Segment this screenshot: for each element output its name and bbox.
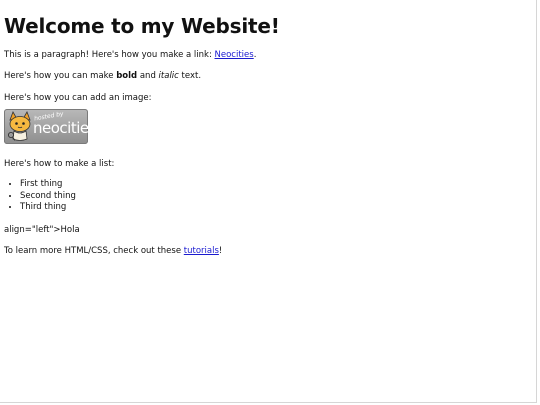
formatting-mid: and: [137, 71, 159, 81]
paragraph-tutorials: To learn more HTML/CSS, check out these …: [4, 245, 524, 257]
paragraph-link-text: This is a paragraph! Here's how you make…: [4, 50, 215, 60]
paragraph-link: This is a paragraph! Here's how you make…: [4, 49, 524, 61]
list-item: Second thing: [20, 191, 524, 203]
tutorials-pre: To learn more HTML/CSS, check out these: [4, 245, 184, 256]
tutorials-end: !: [218, 245, 223, 256]
paragraph-formatting: Here's how you can make bold and italic …: [4, 70, 524, 82]
paragraph-link-end: .: [253, 50, 257, 60]
neocities-link[interactable]: Neocities: [215, 50, 254, 60]
list-item: Third thing: [20, 202, 524, 214]
list-item: First thing: [20, 179, 524, 191]
example-list: First thing Second thing Third thing: [4, 179, 524, 214]
badge-container: hosted by neocities: [4, 109, 524, 145]
paragraph-hola: align="left">Hola: [4, 224, 80, 235]
page-content: Welcome to my Website! This is a paragra…: [4, 12, 524, 257]
page-title: Welcome to my Website!: [4, 14, 280, 38]
paragraph-list-intro: Here's how to make a list:: [4, 159, 115, 169]
badge-brand-text: neocities: [33, 119, 96, 137]
neocities-cat-icon: [7, 111, 31, 141]
formatting-pre: Here's how you can make: [4, 71, 117, 81]
tutorials-link[interactable]: tutorials: [184, 246, 219, 256]
bold-text: bold: [116, 71, 138, 81]
paragraph-image-intro: Here's how you can add an image:: [4, 93, 152, 103]
hosted-by-neocities-badge: hosted by neocities: [4, 109, 96, 144]
formatting-post: text.: [178, 71, 202, 81]
italic-text: italic: [158, 71, 179, 81]
